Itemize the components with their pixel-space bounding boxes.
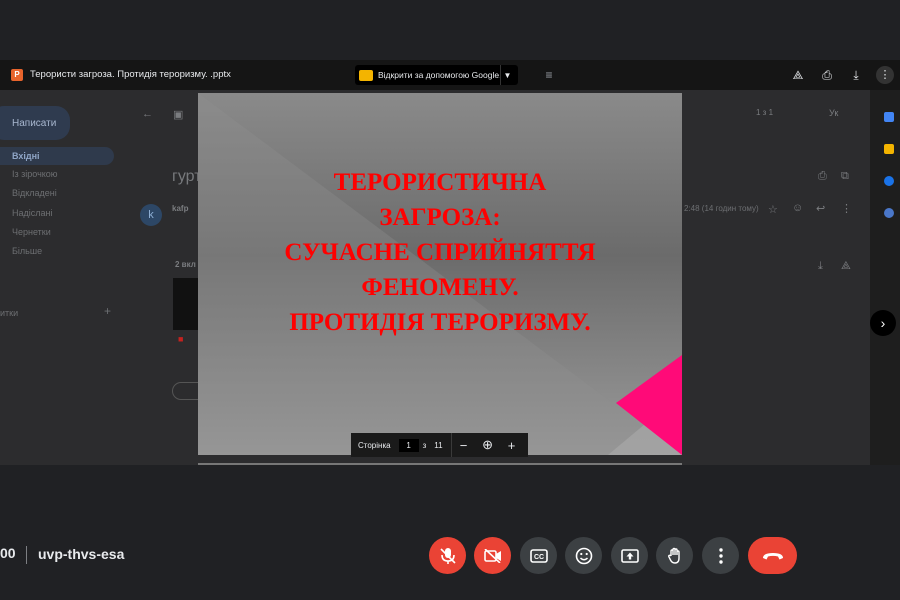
meeting-time: 00: [0, 545, 16, 561]
open-new-window-icon: ⧉: [841, 170, 849, 182]
back-arrow-icon: ←: [142, 108, 153, 120]
more-vert-icon[interactable]: ⋮: [876, 66, 894, 84]
meet-window: Написати Вхідні Із зірочкою Відкладені Н…: [0, 0, 900, 600]
labels-heading: итки: [0, 308, 19, 318]
meeting-code: uvp-thvs-esa: [38, 546, 125, 562]
email-more-icon: ⋮: [841, 203, 852, 215]
zoom-icon[interactable]: ⊕: [476, 437, 500, 453]
slide-title: ТЕРОРИСТИЧНА ЗАГРОЗА: СУЧАСНЕ СПРИЙНЯТТЯ…: [284, 169, 596, 336]
hang-up-button[interactable]: [748, 537, 797, 574]
details-icon[interactable]: ≡: [541, 67, 557, 83]
slide-scrollbar[interactable]: [198, 463, 682, 465]
page-number-input[interactable]: 1: [398, 438, 419, 452]
mic-off-icon[interactable]: [429, 537, 466, 574]
side-panel-strip: [870, 90, 900, 465]
open-with-label: Відкрити за допомогою Google...: [378, 70, 500, 80]
hang-up-icon: [762, 552, 783, 559]
add-to-drive-icon[interactable]: ⟁: [790, 67, 806, 83]
google-slides-icon: [359, 69, 373, 81]
attachment-thumbnail: [173, 278, 199, 330]
compose-button: Написати: [0, 106, 70, 140]
print-icon[interactable]: ⎙: [819, 67, 835, 83]
email-date: 2:48 (14 годин тому): [684, 204, 759, 213]
attachment-file-icon: ■: [178, 334, 184, 344]
camera-off-icon[interactable]: [474, 537, 511, 574]
page-label: Сторінка: [358, 440, 391, 450]
add-label-icon: +: [104, 304, 112, 318]
present-screen-icon[interactable]: [611, 537, 648, 574]
download-all-icon: ⤓: [818, 260, 823, 272]
pagination-label: 1 з 1: [756, 108, 774, 117]
next-file-button[interactable]: ›: [870, 310, 896, 336]
powerpoint-file-icon: P: [11, 69, 23, 81]
chevron-down-icon[interactable]: ▼: [500, 65, 514, 85]
file-viewer-toolbar: P Терористи загроза. Протидія тероризму.…: [0, 60, 900, 90]
folder-snoozed: Відкладені: [12, 188, 57, 198]
page-total: 11: [434, 440, 443, 450]
print-icon: ⎙: [818, 170, 827, 182]
keep-icon: [884, 144, 894, 154]
emoji-react-icon: ☺: [792, 202, 804, 214]
folder-sent: Надіслані: [12, 208, 53, 218]
contacts-icon: [884, 208, 894, 218]
zoom-out-icon[interactable]: −: [452, 438, 476, 453]
attachment-count: 2 вкл: [175, 260, 196, 269]
sender-name: kafp: [172, 204, 189, 213]
file-name: Терористи загроза. Протидія тероризму. .…: [30, 69, 231, 80]
open-with-button[interactable]: Відкрити за допомогою Google... ▼: [355, 65, 518, 85]
star-icon: ☆: [768, 204, 778, 216]
more-options-icon[interactable]: [702, 537, 739, 574]
page-navigation: Сторінка 1 з 11 − ⊕ +: [351, 433, 528, 457]
raise-hand-icon[interactable]: [656, 537, 693, 574]
save-to-drive-icon: ⟁: [841, 260, 851, 272]
archive-icon: ▣: [173, 109, 184, 121]
download-icon[interactable]: ⤓: [848, 67, 864, 83]
captions-icon[interactable]: CC: [520, 537, 557, 574]
zoom-in-icon[interactable]: +: [500, 438, 524, 453]
folder-starred: Із зірочкою: [12, 169, 58, 179]
folder-more: Більше: [12, 246, 43, 256]
shared-screen: Написати Вхідні Із зірочкою Відкладені Н…: [0, 60, 900, 465]
svg-text:CC: CC: [533, 554, 543, 561]
folder-drafts: Чернетки: [12, 227, 51, 237]
sender-avatar: k: [140, 204, 162, 226]
calendar-icon: [884, 112, 894, 122]
compose-label: Написати: [12, 117, 57, 129]
page-of-label: з: [422, 440, 427, 450]
slide-preview: ТЕРОРИСТИЧНА ЗАГРОЗА: СУЧАСНЕ СПРИЙНЯТТЯ…: [198, 93, 682, 455]
folder-inbox: Вхідні: [0, 147, 114, 165]
language-label: Ук: [829, 108, 839, 118]
emoji-icon[interactable]: [565, 537, 602, 574]
reply-icon: ↩: [816, 203, 826, 215]
meeting-info-divider: [26, 546, 27, 564]
tasks-icon: [884, 176, 894, 186]
